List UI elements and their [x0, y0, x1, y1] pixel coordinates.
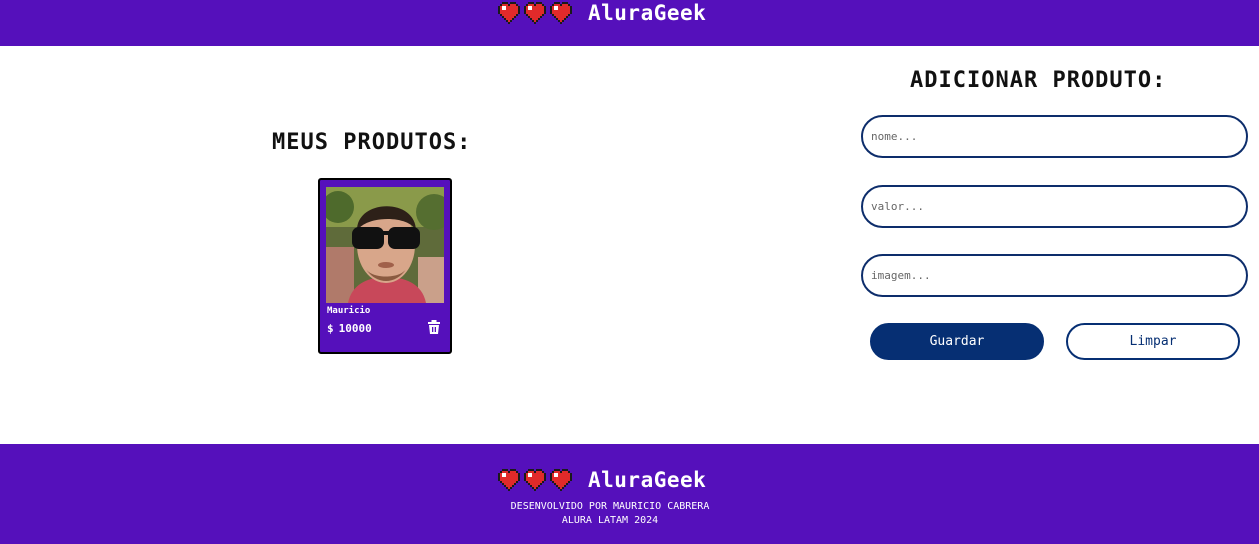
heart-icon [498, 2, 520, 24]
clear-button[interactable]: Limpar [1066, 323, 1240, 360]
footer-logo[interactable]: AluraGeek [498, 467, 706, 493]
logo-hearts [498, 469, 574, 491]
value-input[interactable] [861, 185, 1248, 228]
delete-product-button[interactable] [426, 319, 442, 335]
price-currency: $ [327, 322, 334, 335]
site-footer: AluraGeek DESENVOLVIDO POR MAURICIO CABR… [0, 444, 1259, 544]
product-name: Mauricio [327, 306, 371, 316]
header-logo[interactable]: AluraGeek [498, 0, 706, 26]
product-image [326, 187, 444, 303]
logo-hearts [498, 2, 574, 24]
name-input[interactable] [861, 115, 1248, 158]
footer-credit-line: DESENVOLVIDO POR MAURICIO CABRERA [510, 501, 710, 512]
trash-icon [428, 320, 440, 334]
heart-icon [524, 469, 546, 491]
footer-credits: DESENVOLVIDO POR MAURICIO CABRERA ALURA … [0, 500, 1220, 528]
product-price: $10000 [327, 322, 372, 335]
heart-icon [524, 2, 546, 24]
products-section-title: MEUS PRODUTOS: [272, 130, 472, 155]
footer-credit-line: ALURA LATAM 2024 [561, 515, 659, 526]
save-button[interactable]: Guardar [870, 323, 1044, 360]
heart-icon [550, 2, 572, 24]
site-header: AluraGeek [0, 0, 1259, 46]
brand-name: AluraGeek [588, 1, 707, 25]
brand-name: AluraGeek [588, 468, 707, 492]
product-card: Mauricio $10000 [318, 178, 452, 354]
heart-icon [550, 469, 572, 491]
price-value: 10000 [338, 322, 372, 335]
image-input[interactable] [861, 254, 1248, 297]
heart-icon [498, 469, 520, 491]
add-product-title: ADICIONAR PRODUTO: [910, 68, 1167, 93]
